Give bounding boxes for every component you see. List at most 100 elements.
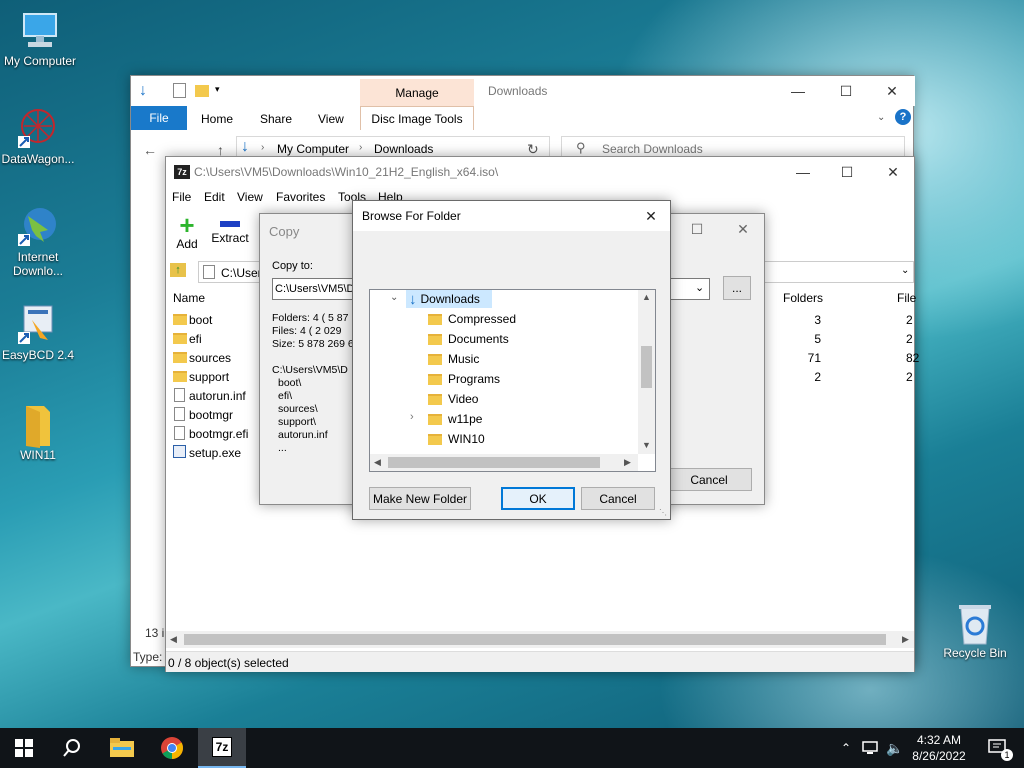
scrollbar-thumb[interactable]	[388, 457, 600, 468]
tree-item[interactable]: Documents	[410, 330, 610, 348]
show-hidden-icons[interactable]: ⌃	[836, 728, 856, 768]
desktop-icon-datawagon[interactable]: DataWagon...	[0, 108, 78, 166]
add-label: Add	[176, 237, 198, 251]
help-icon[interactable]: ?	[895, 109, 911, 125]
column-folders[interactable]: Folders	[783, 291, 823, 305]
scroll-down-icon[interactable]: ▼	[642, 440, 651, 450]
folder-tree[interactable]: ⌄ ↓ Downloads Compressed Documents Music Pr…	[369, 289, 656, 472]
dropdown-icon[interactable]: ▾	[215, 84, 220, 95]
tree-item[interactable]: WIN10	[410, 430, 610, 448]
cancel-button[interactable]: Cancel	[581, 487, 655, 510]
minimize-button[interactable]: —	[780, 157, 826, 187]
breadcrumb-my-computer[interactable]: My Computer	[277, 142, 349, 156]
files-count: 82	[906, 351, 920, 365]
desktop-icon-my-computer[interactable]: My Computer	[0, 10, 80, 68]
scrollbar-thumb[interactable]	[641, 346, 652, 388]
new-folder-icon[interactable]	[195, 85, 209, 97]
column-name[interactable]: Name	[173, 291, 205, 305]
vertical-scrollbar[interactable]: ▲ ▼	[638, 290, 655, 454]
scroll-right-icon[interactable]: ▶	[624, 457, 631, 468]
expand-chevron-icon[interactable]: ⌄	[390, 292, 398, 303]
tree-item-label: WIN10	[448, 432, 485, 446]
recycle-bin-icon	[955, 602, 995, 645]
column-files[interactable]: File	[897, 291, 916, 305]
properties-icon[interactable]	[173, 83, 186, 98]
menu-favorites[interactable]: Favorites	[276, 190, 325, 204]
menu-view[interactable]: View	[237, 190, 263, 204]
breadcrumb-downloads[interactable]: Downloads	[374, 142, 433, 156]
taskbar-7zip[interactable]: 7z	[198, 728, 246, 768]
expand-chevron-icon[interactable]: ›	[410, 411, 414, 423]
desktop-icon-label: Recycle Bin	[943, 646, 1007, 660]
scroll-left-icon[interactable]: ◀	[170, 634, 177, 645]
up-folder-icon[interactable]: ↑	[170, 263, 186, 277]
maximize-button[interactable]: ☐	[823, 76, 869, 106]
path-value: C:\User	[221, 266, 262, 280]
tree-item-downloads[interactable]: ↓ Downloads	[406, 290, 492, 308]
folders-info: Folders: 4 ( 5 87	[272, 312, 349, 324]
desktop-icon-idm[interactable]: Internet Downlo...	[0, 206, 78, 278]
tree-item[interactable]: Compressed	[410, 310, 610, 328]
desktop-icon-easybcd[interactable]: EasyBCD 2.4	[0, 304, 78, 362]
collapse-ribbon-icon[interactable]: ⌄	[877, 112, 885, 123]
minimize-button[interactable]: —	[775, 76, 821, 106]
tree-item[interactable]: Music	[410, 350, 610, 368]
search-button[interactable]	[48, 728, 96, 768]
maximize-button[interactable]: ☐	[674, 214, 720, 244]
ok-button[interactable]: OK	[501, 487, 575, 510]
network-status[interactable]	[858, 728, 882, 768]
desktop-icon-win11[interactable]: WIN11	[0, 404, 78, 462]
tab-home[interactable]: Home	[201, 112, 233, 126]
horizontal-scrollbar[interactable]: ◀ ▶	[370, 454, 638, 471]
file-icon	[174, 388, 185, 402]
menu-edit[interactable]: Edit	[204, 190, 225, 204]
file-name: boot	[189, 313, 213, 327]
folders-count: 5	[814, 332, 821, 346]
tab-share[interactable]: Share	[260, 112, 292, 126]
tab-file[interactable]: File	[131, 106, 187, 130]
close-button[interactable]: ✕	[720, 214, 766, 244]
tree-item[interactable]: Programs	[410, 370, 610, 388]
make-new-folder-button[interactable]: Make New Folder	[369, 487, 471, 510]
browse-button[interactable]: ...	[723, 276, 751, 300]
chevron-icon: ›	[359, 142, 363, 153]
menu-file[interactable]: File	[172, 190, 191, 204]
browse-for-folder-dialog[interactable]: Browse For Folder ✕ ⌄ ↓ Downloads Compre…	[352, 200, 671, 520]
exe-icon	[173, 445, 186, 458]
tree-item-label: Programs	[448, 372, 501, 386]
add-button[interactable]: + Add	[172, 212, 202, 255]
scrollbar-thumb[interactable]	[184, 634, 886, 645]
notification-badge: 1	[1001, 749, 1013, 761]
tree-item[interactable]: › w11pe	[410, 410, 610, 428]
cancel-button[interactable]: Cancel	[666, 468, 752, 491]
taskbar-file-explorer[interactable]	[98, 728, 146, 768]
minus-icon	[220, 221, 240, 227]
extract-button[interactable]: Extract	[208, 213, 252, 255]
close-button[interactable]: ✕	[870, 157, 916, 187]
scroll-left-icon[interactable]: ◀	[374, 457, 381, 468]
list-item: boot\	[278, 377, 302, 389]
scroll-up-icon[interactable]: ▲	[642, 292, 651, 302]
chrome-icon	[161, 737, 183, 759]
back-icon[interactable]: ←	[143, 142, 157, 158]
taskbar-chrome[interactable]	[148, 728, 196, 768]
volume-control[interactable]: 🔈	[884, 728, 906, 768]
close-button[interactable]: ✕	[869, 76, 915, 106]
scroll-right-icon[interactable]: ▶	[902, 634, 909, 645]
copy-to-value: C:\Users\VM5\D	[275, 283, 355, 295]
resize-grip-icon[interactable]: ⋱	[659, 508, 667, 517]
down-arrow-icon[interactable]: ↓	[139, 82, 147, 100]
tree-item[interactable]: Video	[410, 390, 610, 408]
clock-time: 4:32 AM	[916, 733, 962, 747]
maximize-button[interactable]: ☐	[824, 157, 870, 187]
tab-view[interactable]: View	[318, 112, 344, 126]
action-center[interactable]: 1	[978, 728, 1018, 768]
clock[interactable]: 4:32 AM 8/26/2022	[904, 728, 974, 768]
chevron-down-icon: ⌄	[901, 265, 910, 276]
window-title: Downloads	[488, 84, 548, 98]
tab-disc-image-tools[interactable]: Disc Image Tools	[360, 106, 474, 130]
horizontal-scrollbar[interactable]: ◀ ▶	[166, 631, 914, 648]
close-button[interactable]: ✕	[633, 201, 669, 231]
start-button[interactable]	[0, 728, 48, 768]
desktop-icon-recycle-bin[interactable]: Recycle Bin	[935, 602, 1015, 660]
